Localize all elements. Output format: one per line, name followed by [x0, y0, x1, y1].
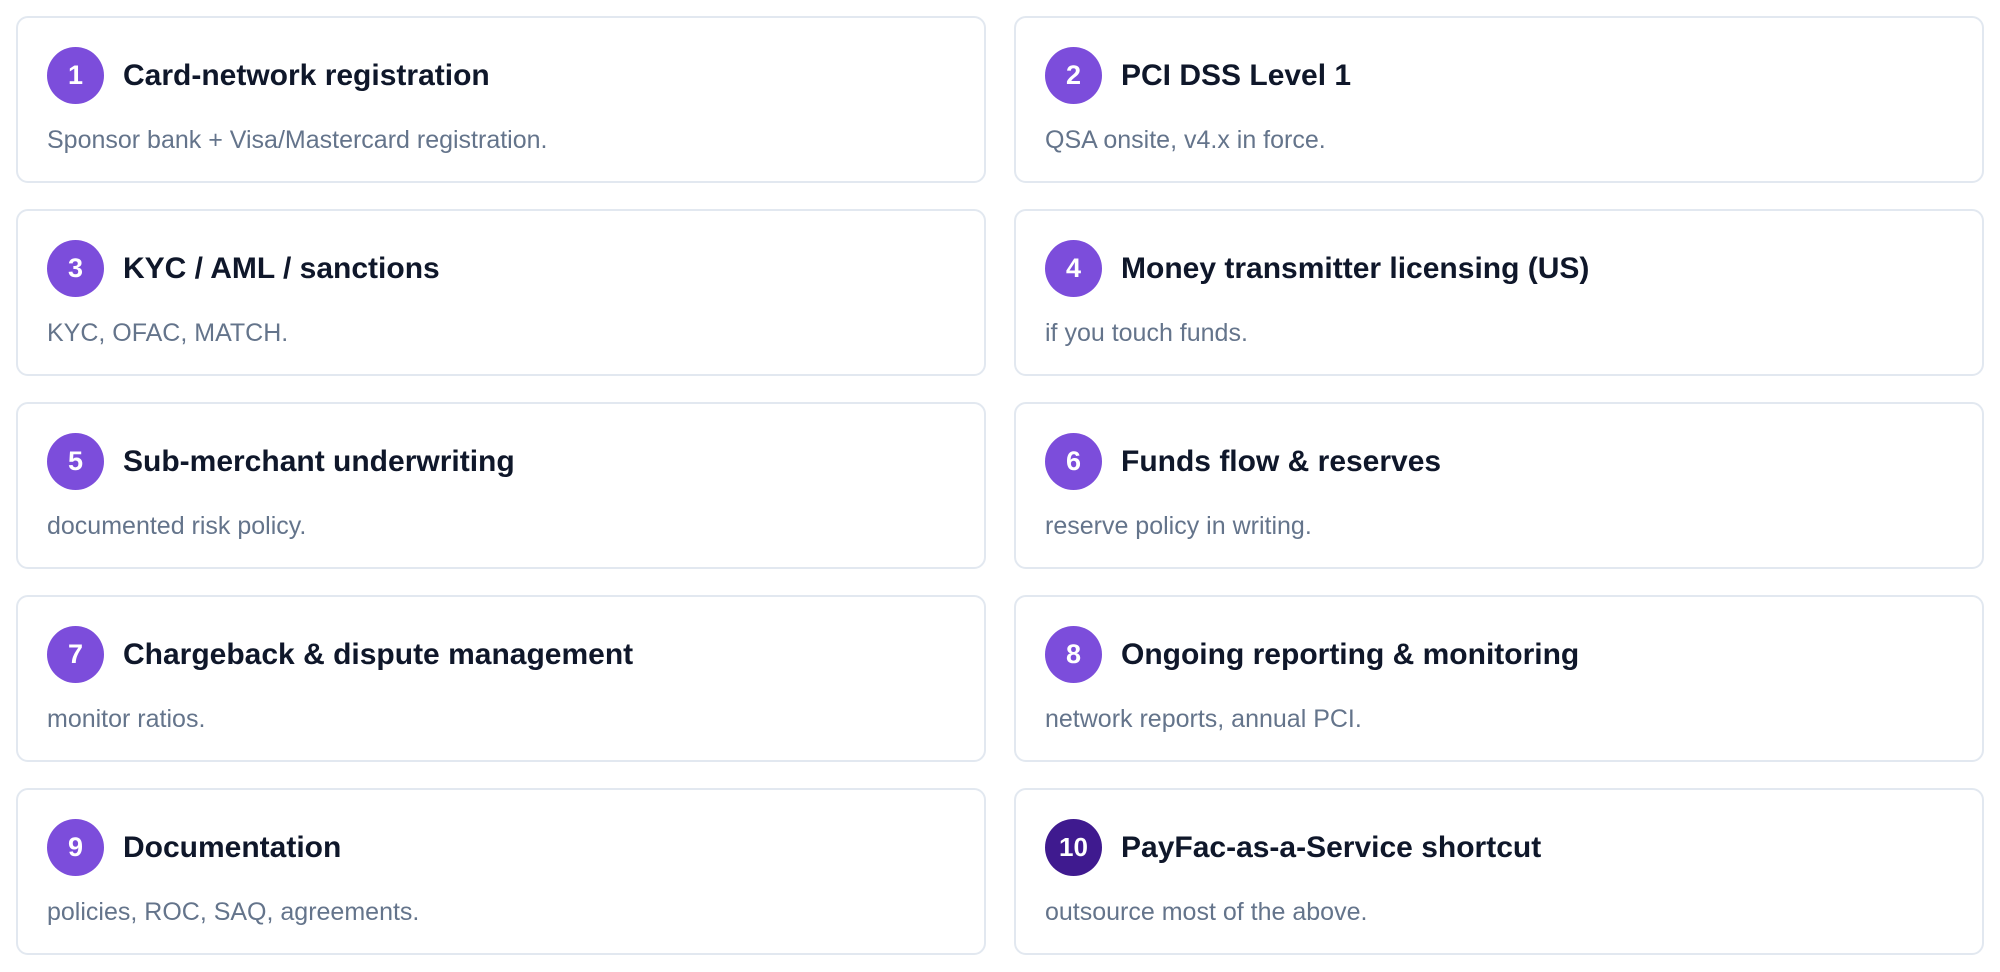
- checklist-card-1: 1 Card-network registration Sponsor bank…: [16, 16, 986, 183]
- card-title: Money transmitter licensing (US): [1121, 251, 1590, 285]
- checklist-card-8: 8 Ongoing reporting & monitoring network…: [1014, 595, 1984, 762]
- checklist-card-5: 5 Sub-merchant underwriting documented r…: [16, 402, 986, 569]
- step-number-badge: 1: [47, 47, 104, 104]
- checklist-card-7: 7 Chargeback & dispute management monito…: [16, 595, 986, 762]
- card-header: 3 KYC / AML / sanctions: [47, 240, 955, 297]
- card-title: KYC / AML / sanctions: [123, 251, 440, 285]
- card-description: Sponsor bank + Visa/Mastercard registrat…: [47, 126, 548, 154]
- card-description: documented risk policy.: [47, 512, 307, 540]
- checklist-card-3: 3 KYC / AML / sanctions KYC, OFAC, MATCH…: [16, 209, 986, 376]
- step-number-badge: 2: [1045, 47, 1102, 104]
- step-number-badge: 7: [47, 626, 104, 683]
- card-title: Chargeback & dispute management: [123, 637, 634, 671]
- card-description: monitor ratios.: [47, 705, 206, 733]
- checklist-card-6: 6 Funds flow & reserves reserve policy i…: [1014, 402, 1984, 569]
- card-description: outsource most of the above.: [1045, 898, 1368, 926]
- checklist-card-2: 2 PCI DSS Level 1 QSA onsite, v4.x in fo…: [1014, 16, 1984, 183]
- card-header: 1 Card-network registration: [47, 47, 955, 104]
- card-description: KYC, OFAC, MATCH.: [47, 319, 289, 347]
- card-description: reserve policy in writing.: [1045, 512, 1312, 540]
- card-title: Funds flow & reserves: [1121, 444, 1442, 478]
- card-title: Ongoing reporting & monitoring: [1121, 637, 1580, 671]
- card-header: 9 Documentation: [47, 819, 955, 876]
- step-number-badge: 5: [47, 433, 104, 490]
- checklist-card-4: 4 Money transmitter licensing (US) if yo…: [1014, 209, 1984, 376]
- checklist-grid: 1 Card-network registration Sponsor bank…: [16, 16, 1984, 955]
- card-description: network reports, annual PCI.: [1045, 705, 1362, 733]
- card-title: Sub-merchant underwriting: [123, 444, 515, 478]
- card-header: 5 Sub-merchant underwriting: [47, 433, 955, 490]
- card-header: 8 Ongoing reporting & monitoring: [1045, 626, 1953, 683]
- card-description: QSA onsite, v4.x in force.: [1045, 126, 1326, 154]
- step-number-badge: 6: [1045, 433, 1102, 490]
- card-description: policies, ROC, SAQ, agreements.: [47, 898, 420, 926]
- step-number-badge: 10: [1045, 819, 1102, 876]
- checklist-card-9: 9 Documentation policies, ROC, SAQ, agre…: [16, 788, 986, 955]
- card-title: Card-network registration: [123, 58, 490, 92]
- card-header: 2 PCI DSS Level 1: [1045, 47, 1953, 104]
- checklist-card-10: 10 PayFac-as-a-Service shortcut outsourc…: [1014, 788, 1984, 955]
- step-number-badge: 4: [1045, 240, 1102, 297]
- card-title: PCI DSS Level 1: [1121, 58, 1352, 92]
- card-header: 4 Money transmitter licensing (US): [1045, 240, 1953, 297]
- card-header: 10 PayFac-as-a-Service shortcut: [1045, 819, 1953, 876]
- step-number-badge: 8: [1045, 626, 1102, 683]
- card-title: PayFac-as-a-Service shortcut: [1121, 830, 1542, 864]
- card-title: Documentation: [123, 830, 342, 864]
- card-description: if you touch funds.: [1045, 319, 1248, 347]
- step-number-badge: 9: [47, 819, 104, 876]
- step-number-badge: 3: [47, 240, 104, 297]
- card-header: 6 Funds flow & reserves: [1045, 433, 1953, 490]
- card-header: 7 Chargeback & dispute management: [47, 626, 955, 683]
